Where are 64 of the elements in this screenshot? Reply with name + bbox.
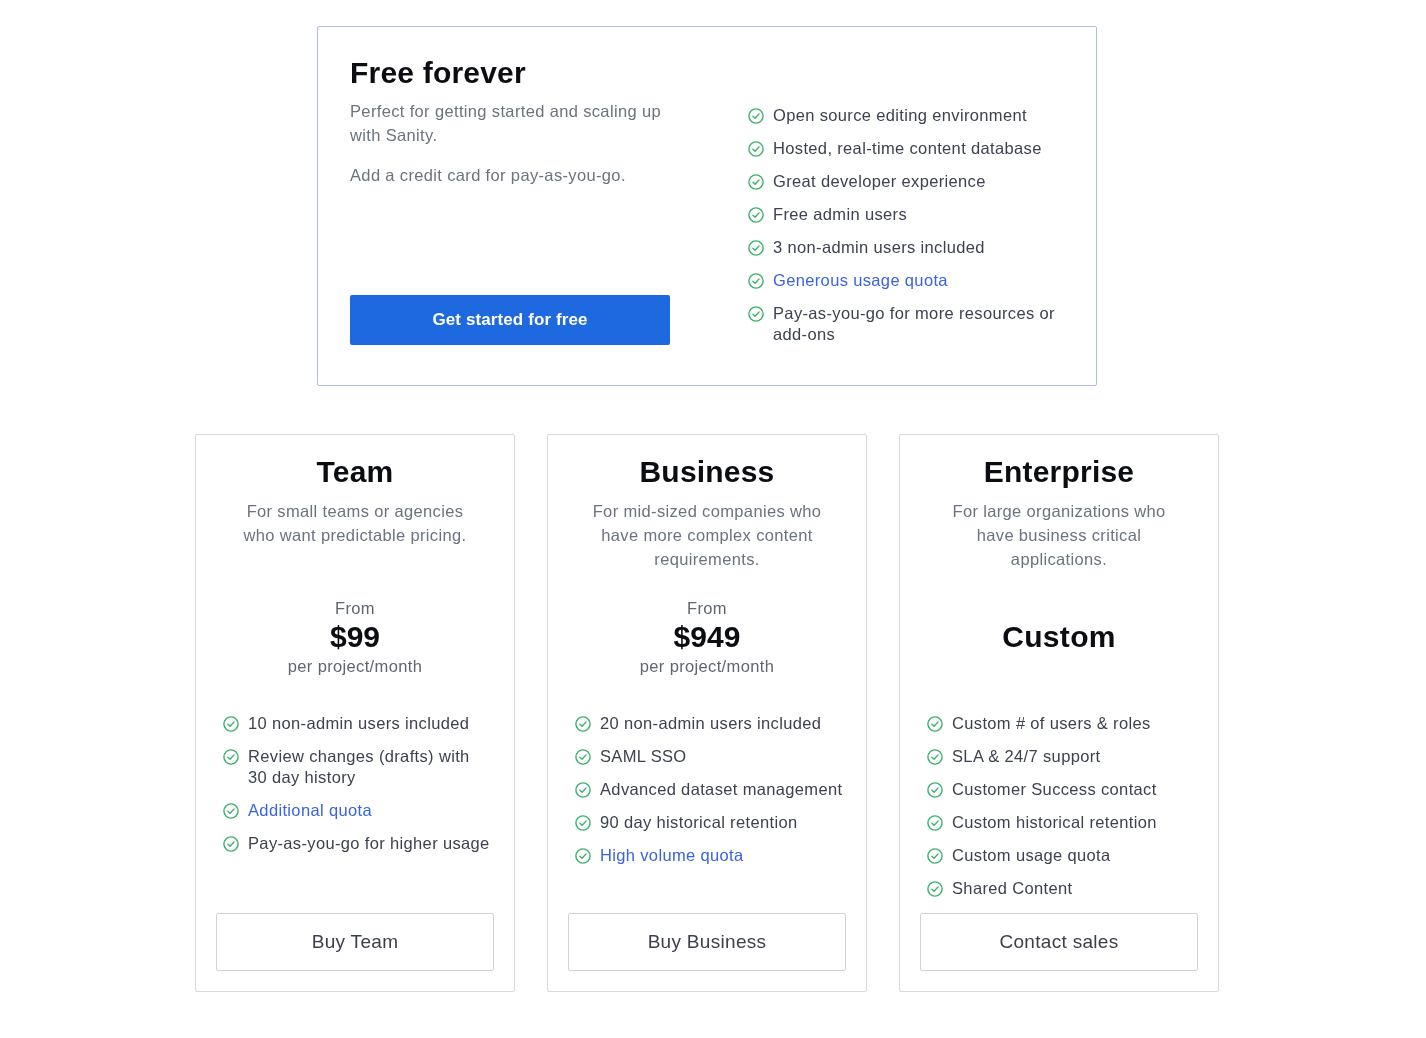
check-circle-icon: [748, 206, 764, 223]
plan-button[interactable]: Buy Team: [216, 913, 494, 971]
feature-text: SLA & 24/7 support: [952, 746, 1101, 767]
plan-title: Free forever: [350, 55, 527, 91]
check-circle-icon: [223, 748, 239, 765]
plan-title: Team: [316, 454, 394, 490]
price-prefix: From: [687, 598, 727, 619]
feature-text: SAML SSO: [600, 746, 687, 767]
price-amount: Custom: [1002, 619, 1116, 655]
feature-text: Custom # of users & roles: [952, 713, 1151, 734]
check-circle-icon: [575, 847, 591, 864]
feature-text: 20 non-admin users included: [600, 713, 822, 734]
feature-text: Pay-as-you-go for more resources or add-ons: [773, 303, 1056, 345]
feature-text: Great developer experience: [773, 171, 986, 192]
plan-description: For small teams or agencies who want predictable pricing.: [242, 501, 468, 546]
feature-text: 3 non-admin users included: [773, 237, 985, 258]
check-circle-icon: [748, 140, 764, 157]
check-circle-icon: [748, 272, 764, 289]
check-circle-icon: [927, 814, 943, 831]
price-unit: per project/month: [639, 656, 775, 677]
check-circle-icon: [223, 835, 239, 852]
feature-link[interactable]: Generous usage quota: [773, 270, 948, 291]
feature-text: Review changes (drafts) with 30 day history: [248, 746, 471, 788]
price-prefix: From: [335, 598, 375, 619]
get-started-button[interactable]: Get started for free: [350, 295, 670, 345]
feature-text: Hosted, real-time content database: [773, 138, 1042, 159]
check-circle-icon: [927, 781, 943, 798]
feature-text: 10 non-admin users included: [248, 713, 470, 734]
plan-description: For mid-sized companies who have more complex content requirements.: [591, 501, 823, 570]
feature-link[interactable]: High volume quota: [600, 845, 744, 866]
check-circle-icon: [927, 715, 943, 732]
check-circle-icon: [575, 781, 591, 798]
plan-description: For large organizations who have business critical applications.: [951, 501, 1167, 570]
check-circle-icon: [748, 305, 764, 322]
plan-description: Add a credit card for pay-as-you-go.: [350, 165, 627, 186]
plan-title: Business: [639, 454, 775, 490]
feature-text: Advanced dataset management: [600, 779, 843, 800]
check-circle-icon: [223, 715, 239, 732]
check-circle-icon: [575, 814, 591, 831]
feature-link[interactable]: Additional quota: [248, 800, 372, 821]
check-circle-icon: [927, 880, 943, 897]
check-circle-icon: [575, 748, 591, 765]
feature-text: Pay-as-you-go for higher usage: [248, 833, 490, 854]
feature-text: Shared Content: [952, 878, 1073, 899]
check-circle-icon: [748, 107, 764, 124]
check-circle-icon: [575, 715, 591, 732]
check-circle-icon: [748, 173, 764, 190]
feature-text: Customer Success contact: [952, 779, 1157, 800]
check-circle-icon: [927, 748, 943, 765]
plan-title: Enterprise: [983, 454, 1135, 490]
feature-text: 90 day historical retention: [600, 812, 798, 833]
feature-text: Free admin users: [773, 204, 907, 225]
plan-button[interactable]: Buy Business: [568, 913, 846, 971]
feature-text: Open source editing environment: [773, 105, 1027, 126]
plan-button[interactable]: Contact sales: [920, 913, 1198, 971]
price-amount: $949: [673, 620, 741, 654]
check-circle-icon: [223, 802, 239, 819]
check-circle-icon: [927, 847, 943, 864]
price-amount: $99: [329, 620, 380, 654]
price-unit: per project/month: [287, 656, 423, 677]
feature-text: Custom historical retention: [952, 812, 1157, 833]
check-circle-icon: [748, 239, 764, 256]
plan-description: Perfect for getting started and scaling up with Sanity.: [350, 101, 662, 146]
feature-text: Custom usage quota: [952, 845, 1111, 866]
